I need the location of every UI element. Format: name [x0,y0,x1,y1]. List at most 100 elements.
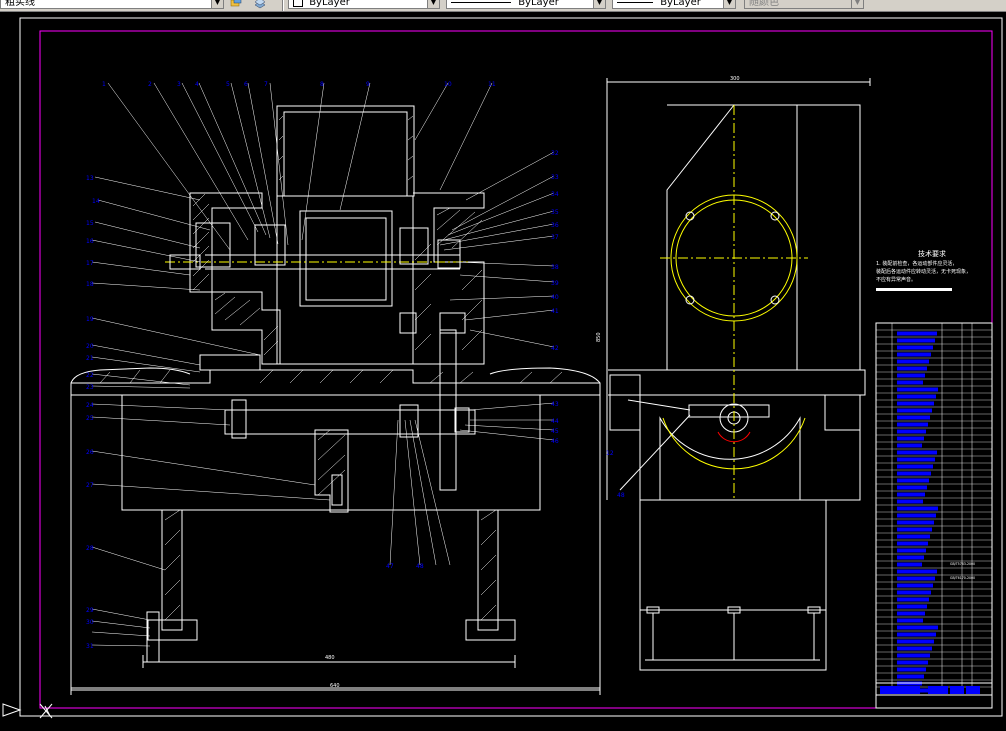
balloon: 44 [551,418,559,425]
color-swatch [293,0,303,7]
bom-row-text [897,408,932,413]
balloon: 37 [551,234,559,241]
tech-req-line: 装配后各运动件应转动灵活，无卡死现象， [876,269,972,275]
dim-total-width: 640 [330,683,340,689]
bom-row-text [897,541,928,546]
balloon: 35 [551,209,559,216]
make-layer-current-icon[interactable] [230,0,242,9]
balloon-labels: 1 2 3 4 5 6 7 8 9 10 11 13 14 15 16 17 1… [86,81,559,650]
properties-toolbar: 粗实线 ▼ ByLayer ▼ ByLayer ▼ ByLayer ▼ 随颜色 … [0,0,1006,12]
balloon: 42 [551,345,559,352]
drawing-canvas[interactable]: 1 2 3 4 5 6 7 8 9 10 11 13 14 15 16 17 1… [0,12,1006,731]
tech-req-line: 不应有异常声音。 [876,277,917,283]
bom-row-text [897,387,938,392]
bom-row-text [897,520,934,525]
layer-combo[interactable]: 粗实线 ▼ [0,0,224,9]
balloon: 43 [551,401,559,408]
balloon: 46 [551,438,559,445]
bom-row-text [897,590,931,595]
bom-row-text [897,562,922,567]
balloon: 26 [86,449,94,456]
dim-base-width: 480 [325,655,335,661]
chevron-down-icon[interactable]: ▼ [593,0,605,8]
balloon: 23 [86,384,94,391]
balloon: 32 [551,150,559,157]
balloon: 48 [617,492,625,499]
front-section-view [70,105,601,695]
chevron-down-icon[interactable]: ▼ [427,0,439,8]
bom-row-text [897,492,925,497]
balloon: 38 [551,264,559,271]
side-dimensions: 300 850 [596,76,740,342]
bom-row-text [897,422,928,427]
bom-row-text [897,380,923,385]
section-hatching [99,115,563,621]
linetype-combo-value: ByLayer [518,0,559,8]
tech-requirements-title: 技术要求 [918,250,946,258]
tech-req-line: 1. 装配前检查，各运动部件应灵活， [876,261,958,267]
title-block-cell [966,686,980,694]
balloon: 8 [320,81,324,88]
balloon: 20 [86,343,94,350]
chevron-down-icon[interactable]: ▼ [723,0,735,8]
balloon: 34 [551,191,559,198]
bom-row-text [897,338,935,343]
balloon: 45 [551,428,559,435]
bom-row-text [897,667,926,672]
balloon: 48 [416,563,424,570]
balloon: 47 [386,563,394,570]
dim-top-width: 300 [730,76,740,82]
chevron-down-icon[interactable]: ▼ [211,0,223,8]
bom-row-text [897,331,937,336]
bom-row-text [897,415,930,420]
lineweight-combo[interactable]: ByLayer ▼ [612,0,736,9]
bom-row-text [897,555,924,560]
bom-row-text [897,394,936,399]
bom-row-text [897,660,928,665]
linetype-preview [451,1,511,3]
linetype-combo[interactable]: ByLayer ▼ [446,0,606,9]
bom-row-text [897,646,932,651]
balloon: 24 [86,402,94,409]
balloon: 11 [488,81,496,88]
bom-row-text [897,352,931,357]
title-block-cell [928,686,948,694]
bom-row-text [897,359,929,364]
color-combo-value: ByLayer [309,0,350,8]
bom-row-text [897,478,929,483]
bom-row-text [897,499,923,504]
balloon: 36 [551,222,559,229]
balloon: 25 [86,415,94,422]
plotstyle-combo[interactable]: 随颜色 ▼ [744,0,864,9]
bom-part-text: GB/T6170-2000 [950,576,975,580]
bom-row-text [897,674,924,679]
tech-req-underline [876,288,952,291]
bom-row-text [897,471,931,476]
bom-row-text [897,604,927,609]
side-view-yellow [660,105,808,500]
balloon: 29 [86,607,94,614]
bom-row-text [897,345,933,350]
bom-row-text [897,618,923,623]
balloon: 2 [148,81,152,88]
balloon: 1 [102,81,106,88]
bom-row-text [897,366,927,371]
side-view [606,78,871,671]
bom-row-text [897,625,938,630]
layer-previous-icon[interactable] [254,0,266,9]
balloon: 4 [195,81,199,88]
balloon: 21 [86,355,94,362]
balloon: 28 [86,545,94,552]
dim-height: 850 [596,332,602,342]
balloon: 41 [551,308,559,315]
title-block-cell [880,686,920,694]
balloon: 7 [264,81,268,88]
bom-row-text [897,485,927,490]
color-combo[interactable]: ByLayer ▼ [288,0,440,9]
bom-row-text [897,373,925,378]
chevron-down-icon[interactable]: ▼ [851,0,863,8]
balloon: 14 [92,198,100,205]
bom-row-text [897,611,925,616]
balloon: 6 [244,81,248,88]
bom-row-text [897,513,936,518]
